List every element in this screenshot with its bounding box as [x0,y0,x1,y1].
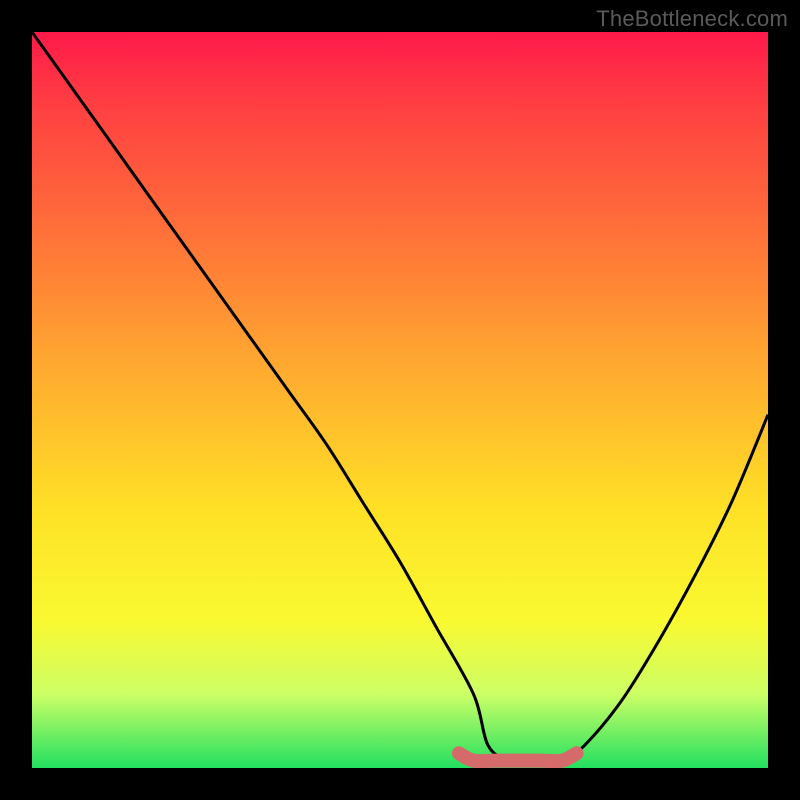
plot-area [32,32,768,768]
chart-frame: TheBottleneck.com [0,0,800,800]
watermark-text: TheBottleneck.com [596,6,788,32]
curve-layer [32,32,768,768]
bottleneck-curve [32,32,768,762]
highlight-band [459,753,577,761]
